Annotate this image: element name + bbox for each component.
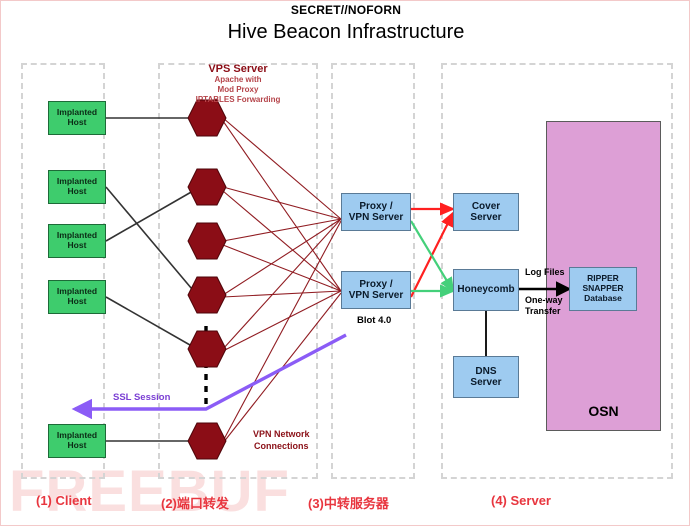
stage-caption-1: (1) Client [36, 493, 92, 508]
vps-node-3[interactable] [187, 222, 227, 260]
vps-node-5[interactable] [187, 330, 227, 368]
client-box-5[interactable]: Implanted Host [48, 424, 106, 458]
stage-caption-2: (2)端口转发 [161, 496, 229, 511]
blot-version-label: Blot 4.0 [357, 315, 392, 326]
stage-caption-3: (3)中转服务器 [308, 496, 389, 511]
client-box-2[interactable]: Implanted Host [48, 170, 106, 204]
vps-node-4[interactable] [187, 276, 227, 314]
cover-server-box[interactable]: Cover Server [453, 193, 519, 231]
ssl-session-label: SSL Session [113, 392, 171, 403]
vps-server-title: VPS Server [208, 63, 268, 75]
honeycomb-box[interactable]: Honeycomb [453, 269, 519, 311]
stage-caption-4: (4) Server [491, 493, 551, 508]
proxy-vpn-server-1[interactable]: Proxy / VPN Server [341, 193, 411, 231]
one-way-transfer-label: One-way Transfer [525, 295, 563, 317]
diagram-canvas: FREEBUF SECRET//NOFORN Hive Beacon Infra… [0, 0, 690, 526]
dns-server-box[interactable]: DNS Server [453, 356, 519, 398]
client-box-4[interactable]: Implanted Host [48, 280, 106, 314]
ripper-snapper-database-box[interactable]: RIPPER SNAPPER Database [569, 267, 637, 311]
proxy-vpn-server-2[interactable]: Proxy / VPN Server [341, 271, 411, 309]
vps-node-6[interactable] [187, 422, 227, 460]
client-box-1[interactable]: Implanted Host [48, 101, 106, 135]
vps-server-subtitle: Apache with Mod Proxy IPTABLES Forwardin… [195, 75, 281, 104]
log-files-label: Log Files [525, 267, 565, 277]
vpn-network-label: VPN Network Connections [253, 429, 310, 451]
client-box-3[interactable]: Implanted Host [48, 224, 106, 258]
vps-node-2[interactable] [187, 168, 227, 206]
